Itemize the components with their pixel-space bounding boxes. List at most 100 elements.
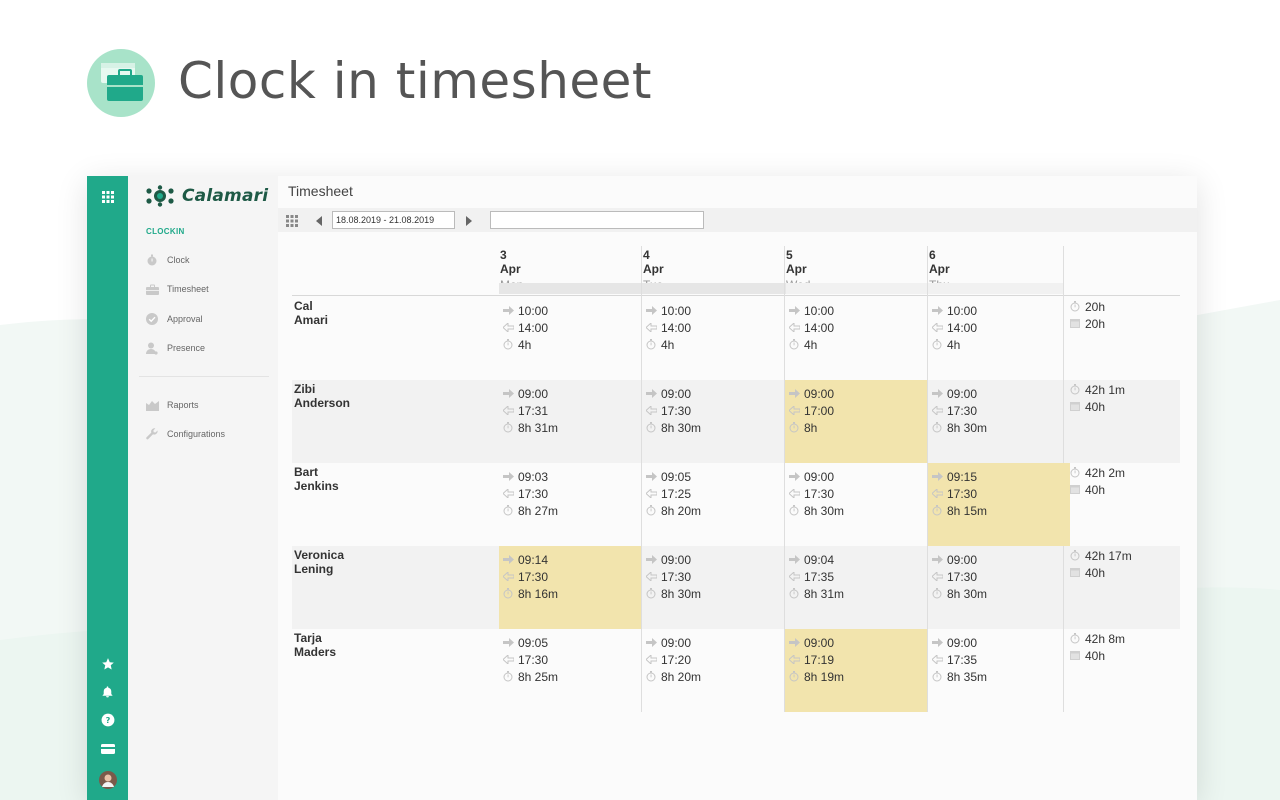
date-range-input[interactable]	[332, 211, 455, 229]
clock-in-time: 09:00	[645, 551, 691, 568]
brand[interactable]: Calamari	[144, 184, 268, 208]
bell-icon[interactable]	[97, 681, 118, 702]
clock-in-time-value: 10:00	[661, 303, 692, 318]
clock-out-arrow-icon	[931, 571, 943, 583]
timesheet-cell[interactable]: 09:00 17:19 8h 19m	[785, 629, 927, 712]
worked-time-value: 8h 20m	[661, 503, 702, 518]
view-grid-icon[interactable]	[286, 214, 298, 232]
worked-time: 8h 16m	[502, 585, 558, 602]
timesheet-cell[interactable]: 09:03 17:30 8h 27m	[499, 463, 641, 546]
worked-time: 8h 30m	[788, 502, 844, 519]
stopwatch-icon	[502, 588, 514, 600]
timesheet-cell[interactable]: 09:00 17:30 8h 30m	[642, 380, 784, 463]
nav-item-presence[interactable]: Presence	[145, 340, 205, 356]
timesheet-cell[interactable]: 09:14 17:30 8h 16m	[499, 546, 641, 629]
total-worked: 42h 17m	[1069, 547, 1132, 564]
total-worked: 42h 2m	[1069, 464, 1125, 481]
clock-out-arrow-icon	[788, 322, 800, 334]
timesheet-cell[interactable]: 09:00 17:30 8h 30m	[642, 546, 784, 629]
clock-out-time-value: 17:00	[804, 403, 835, 418]
clock-in-arrow-icon	[788, 637, 800, 649]
timesheet-cell[interactable]: 10:00 14:00 4h	[499, 297, 641, 380]
stopwatch-icon	[931, 588, 943, 600]
calamari-logo-icon	[146, 185, 174, 207]
timesheet-cell[interactable]: 10:00 14:00 4h	[785, 297, 927, 380]
timesheet-cell[interactable]: 09:05 17:25 8h 20m	[642, 463, 784, 546]
header-divider	[292, 295, 1180, 296]
clock-out-time-value: 17:35	[804, 569, 835, 584]
clock-out-arrow-icon	[502, 571, 514, 583]
apps-grid-icon[interactable]	[97, 186, 118, 207]
clock-in-time-value: 09:05	[661, 469, 692, 484]
timesheet-cell[interactable]: 09:00 17:31 8h 31m	[499, 380, 641, 463]
timesheet-cell[interactable]: 09:05 17:30 8h 25m	[499, 629, 641, 712]
timesheet-cell[interactable]: 10:00 14:00 4h	[642, 297, 784, 380]
clock-out-time: 14:00	[645, 319, 691, 336]
timesheet-cell[interactable]: 10:00 14:00 4h	[928, 297, 1070, 380]
nav-item-raports[interactable]: Raports	[145, 397, 199, 413]
employee-name[interactable]: Veronica Lening	[294, 548, 344, 576]
clock-in-time: 09:04	[788, 551, 834, 568]
clock-in-arrow-icon	[645, 471, 657, 483]
clock-in-arrow-icon	[931, 305, 943, 317]
nav-item-configurations[interactable]: Configurations	[145, 426, 225, 442]
worked-time-value: 4h	[947, 337, 961, 352]
worked-time: 8h 27m	[502, 502, 558, 519]
timesheet-briefcase-icon	[101, 63, 143, 101]
app-rail: ?	[87, 176, 128, 800]
search-input[interactable]	[490, 211, 704, 229]
clock-in-time-value: 09:03	[518, 469, 549, 484]
star-icon[interactable]	[97, 653, 118, 674]
clock-out-time: 17:31	[502, 402, 548, 419]
clock-out-time: 17:30	[645, 402, 691, 419]
row-summary: 42h 2m 40h	[1064, 463, 1182, 546]
clock-in-time: 10:00	[788, 302, 834, 319]
timesheet-cell[interactable]: 09:00 17:30 8h 30m	[928, 380, 1070, 463]
next-period-icon[interactable]	[464, 214, 474, 232]
worked-time-value: 4h	[518, 337, 532, 352]
total-planned: 40h	[1069, 647, 1105, 664]
clock-out-time-value: 17:35	[947, 652, 978, 667]
timesheet-cell[interactable]: 09:00 17:00 8h	[785, 380, 927, 463]
prev-period-icon[interactable]	[314, 214, 324, 232]
stopwatch-icon	[645, 422, 657, 434]
worked-time-value: 8h 31m	[518, 420, 559, 435]
employee-name[interactable]: Tarja Maders	[294, 631, 336, 659]
clock-in-time: 09:00	[788, 385, 834, 402]
clock-in-time: 10:00	[645, 302, 691, 319]
employee-name[interactable]: Zibi Anderson	[294, 382, 350, 410]
clock-in-time: 09:00	[502, 385, 548, 402]
worked-time-value: 4h	[661, 337, 675, 352]
clock-out-arrow-icon	[502, 488, 514, 500]
nav-item-approval[interactable]: Approval	[145, 311, 203, 327]
nav-item-clock[interactable]: Clock	[145, 252, 190, 268]
sidebar: Calamari CLOCKIN Clock Timesheet Approva…	[128, 176, 278, 800]
worked-time-value: 8h 35m	[947, 669, 988, 684]
promo-badge	[87, 49, 155, 117]
total-planned-value: 40h	[1085, 565, 1106, 580]
timesheet-cell[interactable]: 09:15 17:30 8h 15m	[928, 463, 1070, 546]
row-summary: 20h 20h	[1064, 297, 1182, 380]
avatar[interactable]	[97, 769, 118, 790]
employee-name[interactable]: Bart Jenkins	[294, 465, 339, 493]
total-worked: 20h	[1069, 298, 1105, 315]
calendar-icon	[1069, 484, 1081, 496]
employee-name[interactable]: Cal Amari	[294, 299, 328, 327]
billing-icon[interactable]	[97, 738, 118, 759]
clock-in-time: 09:00	[931, 551, 977, 568]
timesheet-cell[interactable]: 09:00 17:35 8h 35m	[928, 629, 1070, 712]
clock-out-time-value: 17:31	[518, 403, 549, 418]
calendar-icon	[1069, 318, 1081, 330]
stopwatch-icon	[502, 339, 514, 351]
help-icon[interactable]: ?	[97, 709, 118, 730]
timesheet-cell[interactable]: 09:00 17:30 8h 30m	[785, 463, 927, 546]
stopwatch-icon	[788, 505, 800, 517]
clock-in-time-value: 10:00	[804, 303, 835, 318]
timesheet-cell[interactable]: 09:00 17:20 8h 20m	[642, 629, 784, 712]
timesheet-cell[interactable]: 09:00 17:30 8h 30m	[928, 546, 1070, 629]
timesheet-cell[interactable]: 09:04 17:35 8h 31m	[785, 546, 927, 629]
nav-section-title: CLOCKIN	[146, 227, 185, 236]
worked-time: 8h 35m	[931, 668, 987, 685]
nav-item-timesheet[interactable]: Timesheet	[145, 281, 209, 297]
stopwatch-icon	[788, 588, 800, 600]
